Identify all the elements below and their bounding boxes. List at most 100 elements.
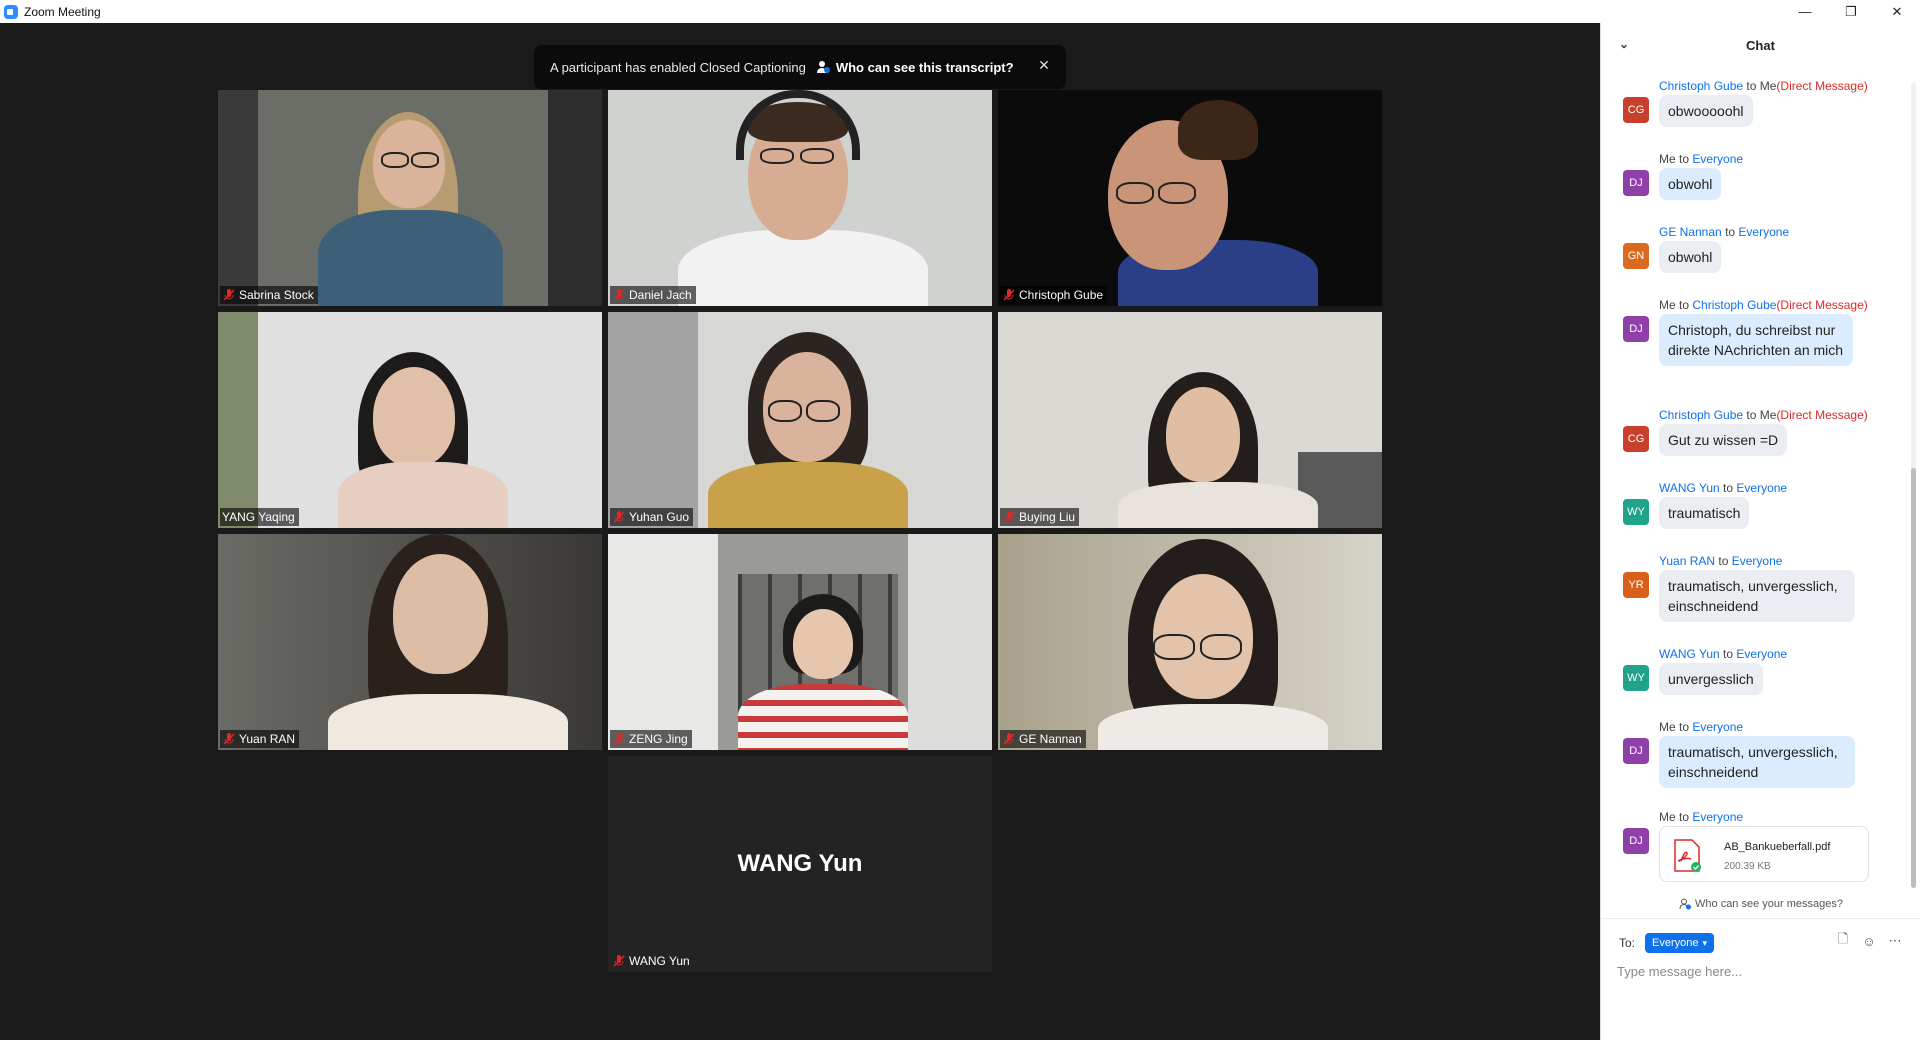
- transcript-link-label: Who can see this transcript?: [835, 59, 1014, 75]
- message-meta: GE Nannan to Everyone: [1659, 225, 1789, 239]
- chat-message-list[interactable]: Christoph Gube to Me(Direct Message) CG …: [1601, 67, 1911, 893]
- sender-name[interactable]: WANG Yun: [1659, 481, 1720, 495]
- recipient-name[interactable]: Everyone: [1692, 152, 1743, 166]
- video-tile[interactable]: GE Nannan: [998, 534, 1382, 750]
- recipient-dropdown[interactable]: Everyone ▾: [1645, 933, 1715, 953]
- close-banner-button[interactable]: ✕: [1036, 57, 1052, 73]
- muted-mic-icon: [1003, 733, 1015, 745]
- direct-message-tag: (Direct Message): [1776, 298, 1868, 312]
- title-bar: Zoom Meeting — ❐ ✕: [0, 0, 1920, 23]
- recipient-name[interactable]: Everyone: [1692, 720, 1743, 734]
- participant-name-tag: Buying Liu: [1000, 508, 1080, 526]
- muted-mic-icon: [223, 733, 235, 745]
- message-bubble: obwooooohl: [1659, 95, 1753, 127]
- who-can-see-messages-link[interactable]: Who can see your messages?: [1601, 895, 1920, 913]
- participant-name: GE Nannan: [1019, 732, 1082, 746]
- sender-name: Me: [1659, 152, 1676, 166]
- chat-header: ⌄ Chat: [1601, 23, 1920, 67]
- recipient-name: Me: [1759, 79, 1777, 93]
- participant-video: [608, 534, 992, 750]
- maximize-button[interactable]: ❐: [1828, 0, 1874, 23]
- direct-message-tag: (Direct Message): [1776, 79, 1868, 93]
- video-tile[interactable]: Yuan RAN: [218, 534, 602, 750]
- video-tile[interactable]: Buying Liu: [998, 312, 1382, 528]
- message-bubble: traumatisch, unvergesslich, einschneiden…: [1659, 736, 1855, 788]
- recipient-name[interactable]: Everyone: [1732, 554, 1783, 568]
- participant-name-tag: WANG Yun: [610, 952, 694, 970]
- minimize-button[interactable]: —: [1782, 0, 1828, 23]
- message-bubble: traumatisch, unvergesslich, einschneiden…: [1659, 570, 1855, 622]
- participant-name: Buying Liu: [1019, 510, 1076, 524]
- participant-video: [608, 312, 992, 528]
- participant-name-tag: Yuan RAN: [220, 730, 300, 748]
- to-word: to: [1679, 810, 1690, 824]
- muted-mic-icon: [613, 955, 625, 967]
- muted-mic-icon: [1003, 289, 1015, 301]
- emoji-icon[interactable]: ☺: [1861, 933, 1877, 949]
- muted-mic-icon: [223, 289, 235, 301]
- avatar: WY: [1623, 665, 1649, 691]
- chevron-down-icon[interactable]: ⌄: [1619, 37, 1631, 51]
- person-info-icon: [816, 61, 830, 73]
- direct-message-tag: (Direct Message): [1776, 408, 1868, 422]
- message-meta: Christoph Gube to Me(Direct Message): [1659, 408, 1868, 422]
- sender-name[interactable]: Christoph Gube: [1659, 408, 1743, 422]
- muted-mic-icon: [613, 733, 625, 745]
- participant-name-tag: YANG Yaqing: [220, 508, 299, 526]
- sender-name[interactable]: Christoph Gube: [1659, 79, 1743, 93]
- participant-name: Sabrina Stock: [239, 288, 314, 302]
- video-tile-active-speaker[interactable]: YANG Yaqing: [218, 312, 602, 528]
- participant-video: [218, 90, 602, 306]
- sender-name: Me: [1659, 298, 1676, 312]
- recipient-name[interactable]: Everyone: [1736, 481, 1787, 495]
- file-attachment[interactable]: AB_Bankueberfall.pdf 200.39 KB: [1659, 826, 1869, 882]
- recipient-name[interactable]: Everyone: [1692, 810, 1743, 824]
- video-tile[interactable]: ZENG Jing: [608, 534, 992, 750]
- participant-name: YANG Yaqing: [222, 510, 295, 524]
- file-name: AB_Bankueberfall.pdf: [1724, 841, 1831, 853]
- video-tile[interactable]: WANG Yun WANG Yun: [608, 756, 992, 972]
- recipient-name[interactable]: Christoph Gube: [1692, 298, 1776, 312]
- chevron-down-icon: ▾: [1702, 937, 1708, 948]
- closed-caption-banner: A participant has enabled Closed Caption…: [534, 45, 1066, 89]
- to-word: to: [1679, 152, 1690, 166]
- sender-name[interactable]: WANG Yun: [1659, 647, 1720, 661]
- message-input[interactable]: [1617, 959, 1907, 983]
- participant-name: Yuhan Guo: [629, 510, 690, 524]
- recipient-name[interactable]: Everyone: [1738, 225, 1789, 239]
- avatar: YR: [1623, 572, 1649, 598]
- file-size: 200.39 KB: [1724, 861, 1771, 872]
- video-tile[interactable]: Sabrina Stock: [218, 90, 602, 306]
- message-meta: WANG Yun to Everyone: [1659, 481, 1787, 495]
- recipient-name[interactable]: Everyone: [1736, 647, 1787, 661]
- video-tile[interactable]: Christoph Gube: [998, 90, 1382, 306]
- close-window-button[interactable]: ✕: [1874, 0, 1920, 23]
- muted-mic-icon: [613, 289, 625, 301]
- to-word: to: [1679, 298, 1690, 312]
- more-icon[interactable]: ⋯: [1887, 933, 1903, 949]
- participant-video: [218, 534, 602, 750]
- participant-name: Christoph Gube: [1019, 288, 1104, 302]
- participant-display-name: WANG Yun: [737, 850, 863, 877]
- message-bubble: Christoph, du schreibst nur direkte NAch…: [1659, 314, 1853, 366]
- participant-name: Yuan RAN: [239, 732, 296, 746]
- avatar: CG: [1623, 426, 1649, 452]
- avatar: DJ: [1623, 828, 1649, 854]
- transcript-visibility-link[interactable]: Who can see this transcript?: [816, 60, 1014, 75]
- message-bubble: obwohl: [1659, 241, 1722, 273]
- participant-name-tag: Sabrina Stock: [220, 286, 318, 304]
- avatar: DJ: [1623, 316, 1649, 342]
- sender-name[interactable]: GE Nannan: [1659, 225, 1722, 239]
- message-bubble: Gut zu wissen =D: [1659, 424, 1788, 456]
- participant-name: ZENG Jing: [629, 732, 688, 746]
- video-tile[interactable]: Yuhan Guo: [608, 312, 992, 528]
- participant-video-off: WANG Yun: [608, 756, 992, 972]
- chat-scrollbar-thumb[interactable]: [1911, 468, 1916, 888]
- to-word: to: [1746, 79, 1757, 93]
- file-icon[interactable]: 🗋: [1835, 931, 1851, 949]
- message-bubble: traumatisch: [1659, 497, 1750, 529]
- message-meta: Yuan RAN to Everyone: [1659, 554, 1782, 568]
- video-tile[interactable]: Daniel Jach: [608, 90, 992, 306]
- sender-name[interactable]: Yuan RAN: [1659, 554, 1715, 568]
- message-bubble: obwohl: [1659, 168, 1722, 200]
